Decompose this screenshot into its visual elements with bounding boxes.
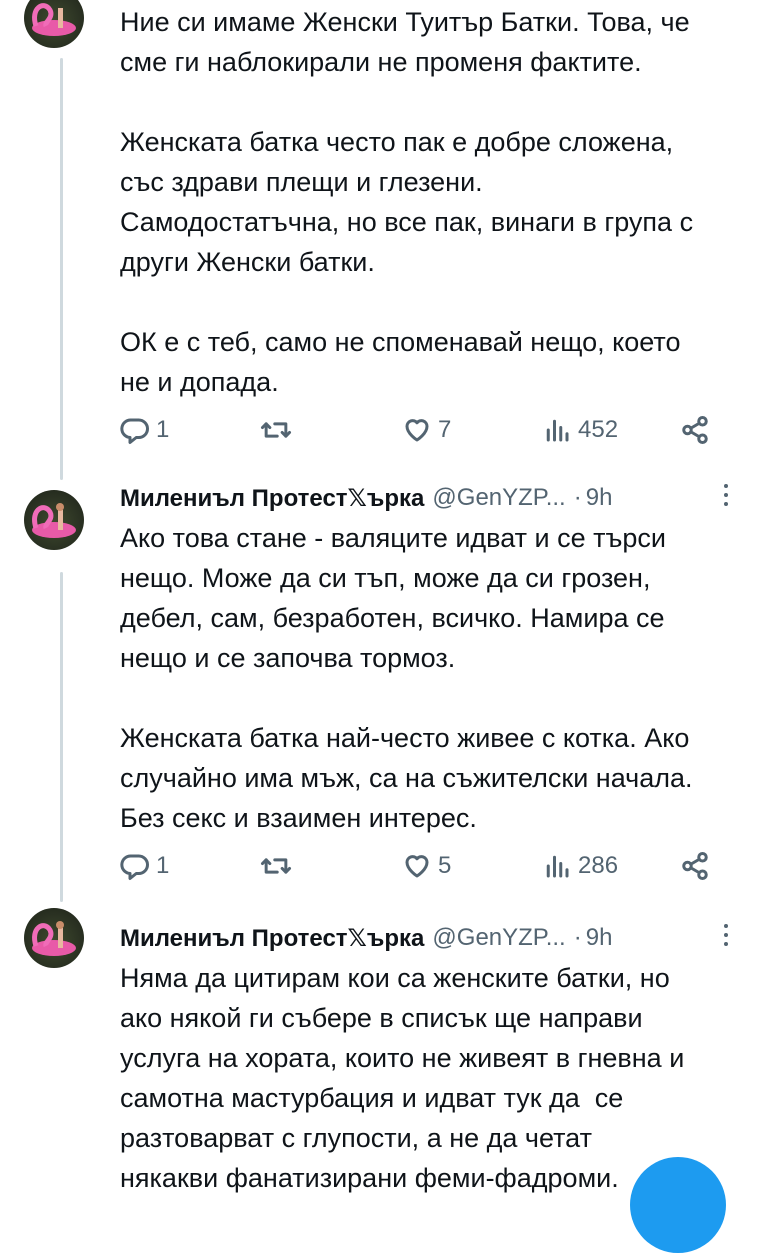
author-name[interactable]: Милениъл Протест𝕏ърка: [120, 924, 424, 953]
separator-dot: ·: [573, 924, 582, 951]
views-button[interactable]: 452: [542, 410, 618, 450]
tweet-body: Ако това стане - валяците идват и се тър…: [120, 518, 740, 838]
tweet-header: Милениъл Протест𝕏ърка @GenYZP... · 9h: [120, 922, 740, 954]
thread-line: [60, 58, 63, 480]
avatar[interactable]: [24, 908, 84, 968]
views-count: 286: [578, 852, 619, 879]
like-button[interactable]: 5: [402, 846, 451, 886]
like-button[interactable]: 7: [402, 410, 451, 450]
share-button[interactable]: [680, 410, 710, 450]
like-count: 5: [438, 852, 452, 879]
like-icon: [405, 855, 429, 878]
reply-icon: [120, 418, 149, 444]
tweet[interactable]: Милениъл Протест𝕏ърка @GenYZP... · 9h Ак…: [120, 482, 740, 838]
avatar[interactable]: [24, 0, 84, 48]
more-icon[interactable]: [724, 484, 730, 506]
views-icon: [546, 419, 569, 442]
tweet-paragraph: Женската батка най-често живее с котка. …: [120, 723, 693, 833]
retweet-icon: [260, 422, 292, 438]
like-count: 7: [438, 416, 452, 443]
tweet-actions: 1 7 452: [120, 410, 720, 450]
tweet-paragraph: Ние си имаме Женски Туитър Батки. Това, …: [120, 7, 690, 77]
tweet-paragraph: Ако това стане - валяците идват и се тър…: [120, 523, 666, 673]
timestamp[interactable]: 9h: [586, 924, 613, 952]
author-handle[interactable]: @GenYZP...: [432, 924, 565, 952]
like-icon: [405, 419, 429, 442]
tweet-paragraph: Няма да цитирам кои са женските батки, н…: [120, 963, 685, 1193]
author-handle[interactable]: @GenYZP...: [432, 484, 565, 512]
author-name[interactable]: Милениъл Протест𝕏ърка: [120, 484, 424, 513]
tweet-header: Милениъл Протест𝕏ърка @GenYZP... · 9h: [120, 482, 740, 514]
reply-count: 1: [156, 416, 170, 443]
reply-button[interactable]: 1: [120, 846, 169, 886]
reply-count: 1: [156, 852, 170, 879]
reply-icon: [120, 854, 149, 880]
tweet-body: Няма да цитирам кои са женските батки, н…: [120, 958, 740, 1198]
retweet-button[interactable]: [260, 410, 292, 450]
views-button[interactable]: 286: [542, 846, 618, 886]
tweet-actions: 1 5 286: [120, 846, 720, 886]
retweet-icon: [260, 858, 292, 874]
avatar[interactable]: [24, 490, 84, 550]
views-count: 452: [578, 416, 619, 443]
share-icon: [682, 416, 708, 444]
thread-line: [60, 572, 63, 902]
tweet-paragraph: Женската батка често пак е добре сложена…: [120, 127, 694, 277]
separator-dot: ·: [573, 484, 582, 511]
reply-button[interactable]: 1: [120, 410, 169, 450]
share-icon: [682, 852, 708, 880]
tweet[interactable]: Милениъл Протест𝕏ърка @GenYZP... · 9h Ня…: [120, 922, 740, 1198]
more-icon[interactable]: [724, 924, 730, 946]
share-button[interactable]: [680, 846, 710, 886]
retweet-button[interactable]: [260, 846, 292, 886]
compose-button[interactable]: [630, 1157, 726, 1253]
tweet-body[interactable]: Ние си имаме Женски Туитър Батки. Това, …: [120, 2, 740, 402]
views-icon: [546, 855, 569, 878]
timestamp[interactable]: 9h: [586, 484, 613, 512]
tweet-paragraph: ОК е с теб, само не споменавай нещо, кое…: [120, 327, 681, 397]
